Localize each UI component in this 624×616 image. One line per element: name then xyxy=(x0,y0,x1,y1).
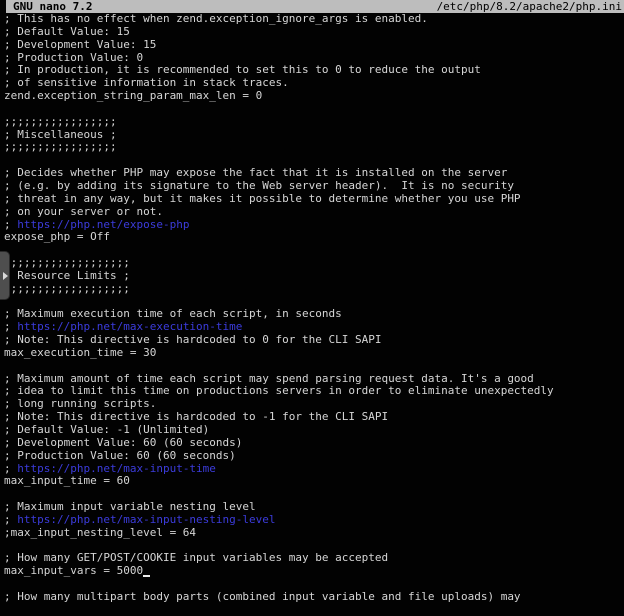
line-text: ; This has no effect when zend.exception… xyxy=(4,12,428,25)
line-text: ; Note: This directive is hardcoded to 0… xyxy=(4,333,382,346)
line-text: ;max_input_nesting_level = 64 xyxy=(4,526,196,539)
line-text: ; Production Value: 0 xyxy=(4,51,143,64)
line-text: ; xyxy=(4,462,17,475)
line-text: ; xyxy=(4,218,17,231)
line-text: ; Default Value: -1 (Unlimited) xyxy=(4,423,209,436)
left-edge-handle[interactable] xyxy=(0,251,10,300)
editor-line: ;max_input_nesting_level = 64 xyxy=(4,527,624,540)
url-text: https://php.net/expose-php xyxy=(17,218,189,231)
line-text: ; In production, it is recommended to se… xyxy=(4,63,481,76)
line-text: zend.exception_string_param_max_len = 0 xyxy=(4,89,262,102)
terminal-window: GNU nano 7.2 /etc/php/8.2/apache2/php.in… xyxy=(0,0,624,616)
line-text: ;;;;;;;;;;;;;;;;;;; xyxy=(4,256,130,269)
line-text: max_input_time = 60 xyxy=(4,474,130,487)
line-text: ; Decides whether PHP may expose the fac… xyxy=(4,166,507,179)
line-text: ; How many multipart body parts (combine… xyxy=(4,590,521,603)
editor-line: max_execution_time = 30 xyxy=(4,347,624,360)
url-text: https://php.net/max-execution-time xyxy=(17,320,242,333)
line-text: max_execution_time = 30 xyxy=(4,346,156,359)
line-text: ; Miscellaneous ; xyxy=(4,128,117,141)
line-text: ; long running scripts. xyxy=(4,397,156,410)
editor-line: max_input_vars = 5000 xyxy=(4,565,624,578)
line-text: ; Maximum amount of time each script may… xyxy=(4,372,534,385)
text-cursor xyxy=(143,566,150,577)
line-text: ; Default Value: 15 xyxy=(4,25,130,38)
line-text: ; Development Value: 15 xyxy=(4,38,156,51)
line-text: ;;;;;;;;;;;;;;;;; xyxy=(4,115,117,128)
line-text: ; xyxy=(4,513,17,526)
line-text: ; Development Value: 60 (60 seconds) xyxy=(4,436,242,449)
line-text: ; of sensitive information in stack trac… xyxy=(4,76,289,89)
file-path-label: /etc/php/8.2/apache2/php.ini xyxy=(437,0,622,13)
editor-line: zend.exception_string_param_max_len = 0 xyxy=(4,90,624,103)
editor-line: ; How many multipart body parts (combine… xyxy=(4,591,624,604)
line-text: ;;;;;;;;;;;;;;;;; xyxy=(4,140,117,153)
chevron-right-icon xyxy=(3,272,8,280)
editor-line: ;;;;;;;;;;;;;;;;; xyxy=(4,141,624,154)
line-text: max_input_vars = 5000 xyxy=(4,564,143,577)
editor-line: max_input_time = 60 xyxy=(4,475,624,488)
line-text: ; Note: This directive is hardcoded to -… xyxy=(4,410,388,423)
line-text: ; Maximum input variable nesting level xyxy=(4,500,256,513)
editor-line: expose_php = Off xyxy=(4,231,624,244)
editor-line: ;;;;;;;;;;;;;;;;;;; xyxy=(4,283,624,296)
line-text: ; Resource Limits ; xyxy=(4,269,130,282)
url-text: https://php.net/max-input-time xyxy=(17,462,216,475)
line-text: expose_php = Off xyxy=(4,230,110,243)
line-text: ; idea to limit this time on productions… xyxy=(4,384,554,397)
line-text: ; on your server or not. xyxy=(4,205,163,218)
line-text: ; Production Value: 60 (60 seconds) xyxy=(4,449,236,462)
line-text: ; (e.g. by adding its signature to the W… xyxy=(4,179,514,192)
line-text: ; threat in any way, but it makes it pos… xyxy=(4,192,521,205)
editor-content[interactable]: ; This has no effect when zend.exception… xyxy=(0,13,624,616)
line-text: ;;;;;;;;;;;;;;;;;;; xyxy=(4,282,130,295)
line-text: ; How many GET/POST/COOKIE input variabl… xyxy=(4,551,388,564)
line-text: ; Maximum execution time of each script,… xyxy=(4,307,342,320)
line-text: ; xyxy=(4,320,17,333)
url-text: https://php.net/max-input-nesting-level xyxy=(17,513,275,526)
